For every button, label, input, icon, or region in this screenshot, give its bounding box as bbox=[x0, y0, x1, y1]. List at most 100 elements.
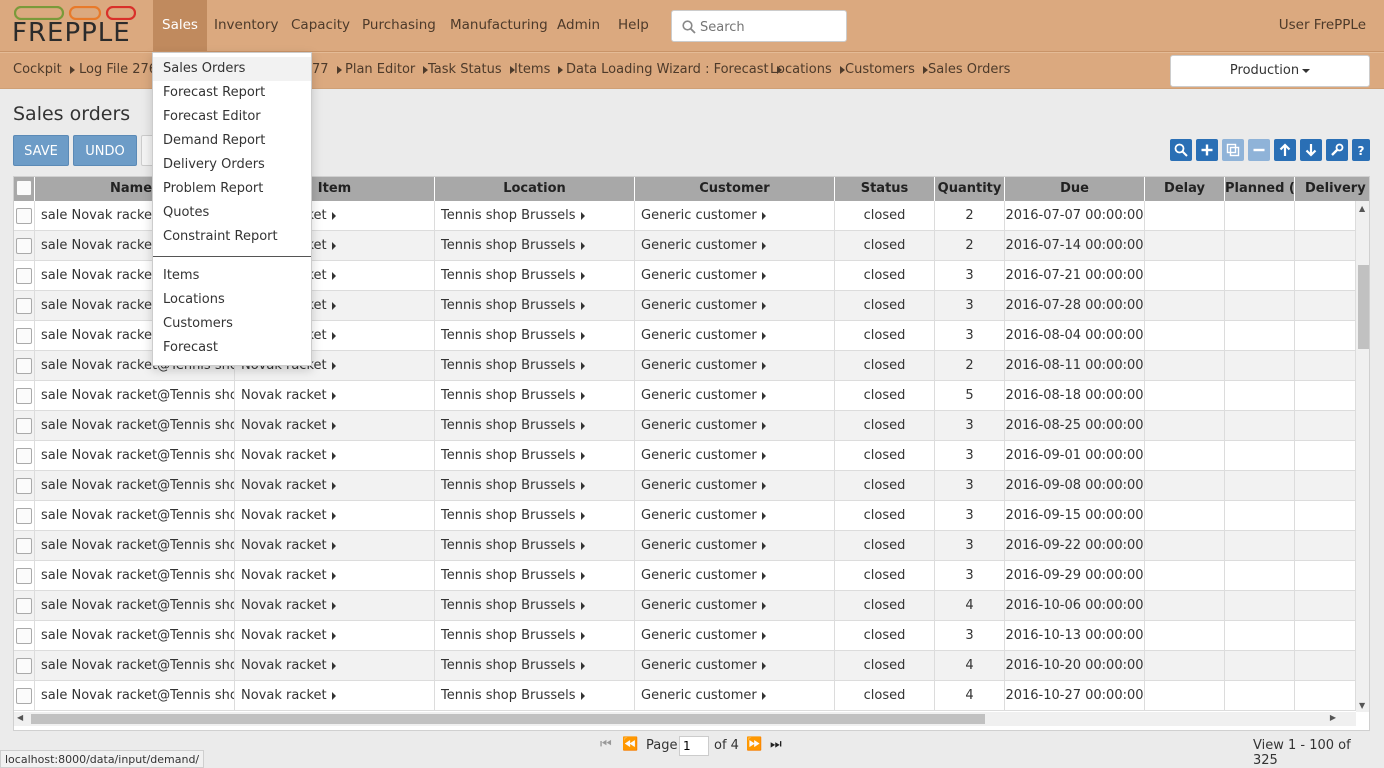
cell-quantity[interactable]: 3 bbox=[935, 561, 1005, 590]
cell-due[interactable]: 2016-09-15 00:00:00 bbox=[1005, 501, 1145, 530]
row-checkbox[interactable] bbox=[16, 208, 32, 224]
cell-delivery[interactable] bbox=[1295, 621, 1356, 650]
cell-delay[interactable] bbox=[1145, 591, 1225, 620]
cell-delivery[interactable] bbox=[1295, 381, 1356, 410]
frepple-logo[interactable]: FREPPLE bbox=[12, 6, 138, 48]
caret-right-icon[interactable] bbox=[331, 571, 336, 580]
cell-status[interactable]: closed bbox=[835, 531, 935, 560]
page-number-input[interactable] bbox=[679, 736, 709, 756]
caret-right-icon[interactable] bbox=[580, 631, 585, 640]
cell-delivery[interactable] bbox=[1295, 681, 1356, 710]
cell-location[interactable]: Tennis shop Brussels bbox=[435, 531, 635, 560]
cell-location[interactable]: Tennis shop Brussels bbox=[435, 231, 635, 260]
row-checkbox[interactable] bbox=[16, 298, 32, 314]
cell-delay[interactable] bbox=[1145, 261, 1225, 290]
breadcrumb-item-data-loading-wizard[interactable]: Data Loading Wizard : Forecast bbox=[566, 53, 789, 89]
caret-right-icon[interactable] bbox=[761, 331, 766, 340]
cell-delivery[interactable] bbox=[1295, 231, 1356, 260]
cell-status[interactable]: closed bbox=[835, 561, 935, 590]
breadcrumb-item-items[interactable]: Items bbox=[514, 53, 570, 89]
cell-name[interactable]: sale Novak racket@Tennis shop bbox=[35, 441, 235, 470]
menu-item-items[interactable]: Items bbox=[153, 264, 311, 288]
caret-right-icon[interactable] bbox=[331, 691, 336, 700]
search-grid-button[interactable] bbox=[1170, 139, 1192, 161]
caret-right-icon[interactable] bbox=[331, 541, 336, 550]
menu-item-forecast[interactable]: Forecast bbox=[153, 336, 311, 360]
user-menu[interactable]: User FrePPLe bbox=[1279, 0, 1366, 51]
caret-right-icon[interactable] bbox=[580, 241, 585, 250]
table-row[interactable]: sale Novak racket@Tennis shop Novak racke… bbox=[14, 471, 1356, 501]
caret-right-icon[interactable] bbox=[331, 451, 336, 460]
cell-due[interactable]: 2016-07-07 00:00:00 bbox=[1005, 201, 1145, 230]
cell-due[interactable]: 2016-09-29 00:00:00 bbox=[1005, 561, 1145, 590]
caret-right-icon[interactable] bbox=[580, 391, 585, 400]
caret-right-icon[interactable] bbox=[331, 211, 336, 220]
cell-planned-quantity[interactable] bbox=[1225, 291, 1295, 320]
row-checkbox[interactable] bbox=[16, 538, 32, 554]
cell-location[interactable]: Tennis shop Brussels bbox=[435, 681, 635, 710]
column-header-customer[interactable]: Customer bbox=[635, 177, 835, 201]
cell-name[interactable]: sale Novak racket@Tennis shop bbox=[35, 411, 235, 440]
breadcrumb-item-plan-editor[interactable]: Plan Editor bbox=[345, 53, 435, 89]
cell-planned-quantity[interactable] bbox=[1225, 501, 1295, 530]
caret-right-icon[interactable] bbox=[580, 271, 585, 280]
cell-quantity[interactable]: 3 bbox=[935, 291, 1005, 320]
cell-delivery[interactable] bbox=[1295, 561, 1356, 590]
cell-customer[interactable]: Generic customer bbox=[635, 201, 835, 230]
scroll-left-arrow-icon[interactable]: ◀ bbox=[17, 713, 23, 722]
cell-customer[interactable]: Generic customer bbox=[635, 651, 835, 680]
cell-planned-quantity[interactable] bbox=[1225, 231, 1295, 260]
cell-delivery[interactable] bbox=[1295, 501, 1356, 530]
caret-right-icon[interactable] bbox=[331, 421, 336, 430]
cell-delay[interactable] bbox=[1145, 621, 1225, 650]
cell-quantity[interactable]: 5 bbox=[935, 381, 1005, 410]
cell-delivery[interactable] bbox=[1295, 261, 1356, 290]
add-row-button[interactable] bbox=[1196, 139, 1218, 161]
cell-delivery[interactable] bbox=[1295, 291, 1356, 320]
scroll-down-arrow-icon[interactable]: ▼ bbox=[1359, 701, 1365, 710]
row-checkbox[interactable] bbox=[16, 448, 32, 464]
cell-customer[interactable]: Generic customer bbox=[635, 471, 835, 500]
cell-status[interactable]: closed bbox=[835, 231, 935, 260]
table-row[interactable]: sale Novak racket@Tennis shop Novak racke… bbox=[14, 681, 1356, 711]
cell-due[interactable]: 2016-10-27 00:00:00 bbox=[1005, 681, 1145, 710]
cell-status[interactable]: closed bbox=[835, 201, 935, 230]
cell-status[interactable]: closed bbox=[835, 261, 935, 290]
cell-planned-quantity[interactable] bbox=[1225, 201, 1295, 230]
cell-delay[interactable] bbox=[1145, 561, 1225, 590]
cell-customer[interactable]: Generic customer bbox=[635, 441, 835, 470]
cell-quantity[interactable]: 3 bbox=[935, 261, 1005, 290]
caret-right-icon[interactable] bbox=[761, 241, 766, 250]
caret-right-icon[interactable] bbox=[761, 571, 766, 580]
cell-customer[interactable]: Generic customer bbox=[635, 231, 835, 260]
cell-status[interactable]: closed bbox=[835, 651, 935, 680]
nav-help[interactable]: Help bbox=[609, 0, 658, 51]
cell-delivery[interactable] bbox=[1295, 411, 1356, 440]
cell-location[interactable]: Tennis shop Brussels bbox=[435, 501, 635, 530]
cell-customer[interactable]: Generic customer bbox=[635, 381, 835, 410]
cell-planned-quantity[interactable] bbox=[1225, 471, 1295, 500]
cell-quantity[interactable]: 3 bbox=[935, 501, 1005, 530]
column-header-quantity[interactable]: Quantity bbox=[935, 177, 1005, 201]
cell-item[interactable]: Novak racket bbox=[235, 531, 435, 560]
row-checkbox[interactable] bbox=[16, 568, 32, 584]
caret-right-icon[interactable] bbox=[580, 571, 585, 580]
cell-planned-quantity[interactable] bbox=[1225, 681, 1295, 710]
cell-delivery[interactable] bbox=[1295, 441, 1356, 470]
cell-customer[interactable]: Generic customer bbox=[635, 261, 835, 290]
cell-planned-quantity[interactable] bbox=[1225, 561, 1295, 590]
caret-right-icon[interactable] bbox=[331, 481, 336, 490]
caret-right-icon[interactable] bbox=[331, 331, 336, 340]
caret-right-icon[interactable] bbox=[761, 301, 766, 310]
table-row[interactable]: sale Novak racket@Tennis shop Novak racke… bbox=[14, 411, 1356, 441]
cell-due[interactable]: 2016-09-22 00:00:00 bbox=[1005, 531, 1145, 560]
cell-due[interactable]: 2016-07-14 00:00:00 bbox=[1005, 231, 1145, 260]
cell-delay[interactable] bbox=[1145, 501, 1225, 530]
copy-row-button[interactable] bbox=[1222, 139, 1244, 161]
cell-name[interactable]: sale Novak racket@Tennis shop bbox=[35, 651, 235, 680]
column-header-status[interactable]: Status bbox=[835, 177, 935, 201]
row-checkbox[interactable] bbox=[16, 598, 32, 614]
cell-location[interactable]: Tennis shop Brussels bbox=[435, 651, 635, 680]
cell-location[interactable]: Tennis shop Brussels bbox=[435, 381, 635, 410]
cell-due[interactable]: 2016-10-13 00:00:00 bbox=[1005, 621, 1145, 650]
